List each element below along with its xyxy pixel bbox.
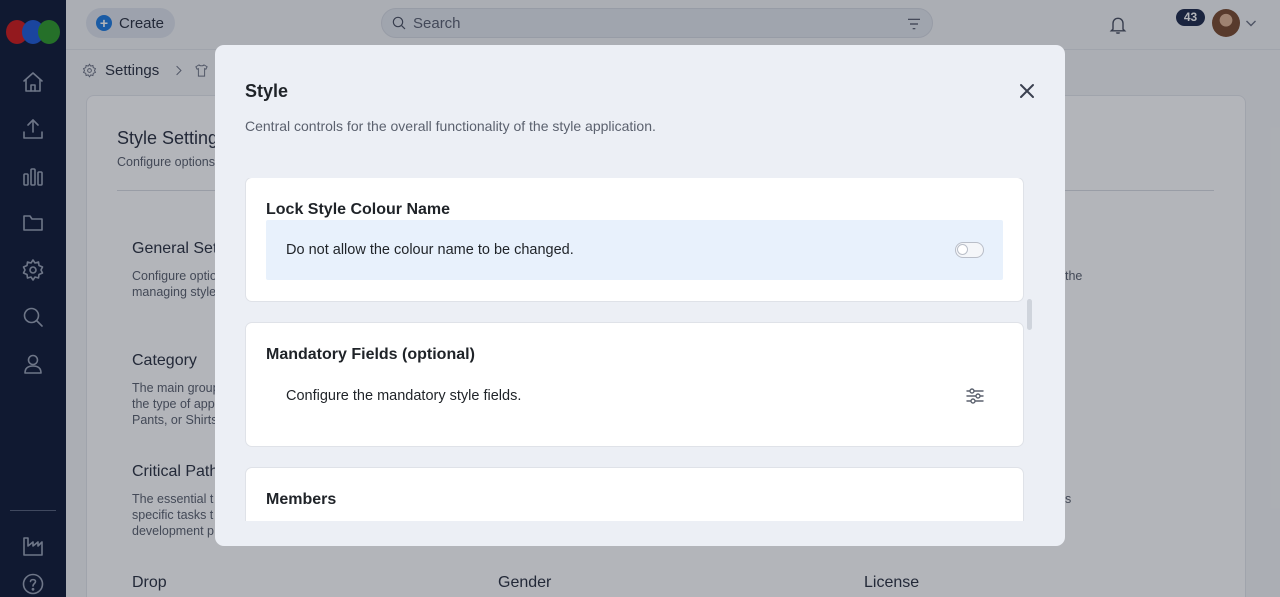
sliders-icon[interactable] (965, 386, 985, 406)
modal-scroll-area[interactable]: Lock Style Colour Name Do not allow the … (215, 178, 1065, 521)
close-icon (1020, 84, 1034, 98)
modal-description: Central controls for the overall functio… (245, 118, 656, 134)
modal-scrollbar[interactable] (1027, 299, 1032, 330)
section-title: Mandatory Fields (optional) (266, 346, 475, 363)
lock-colour-name-row: Do not allow the colour name to be chang… (266, 220, 1003, 280)
mandatory-fields-section: Mandatory Fields (optional) Configure th… (245, 322, 1024, 447)
section-title: Members (266, 491, 337, 508)
lock-colour-name-section: Lock Style Colour Name Do not allow the … (245, 178, 1024, 302)
members-section: Members (245, 467, 1024, 521)
mandatory-fields-row: Configure the mandatory style fields. (266, 366, 1003, 426)
section-title: Lock Style Colour Name (266, 201, 451, 218)
close-button[interactable] (1017, 81, 1037, 101)
row-label: Do not allow the colour name to be chang… (286, 242, 574, 258)
modal-title: Style (245, 81, 289, 101)
row-label: Configure the mandatory style fields. (286, 388, 522, 404)
style-modal: Style Central controls for the overall f… (215, 45, 1065, 546)
lock-colour-name-toggle[interactable] (955, 242, 984, 258)
